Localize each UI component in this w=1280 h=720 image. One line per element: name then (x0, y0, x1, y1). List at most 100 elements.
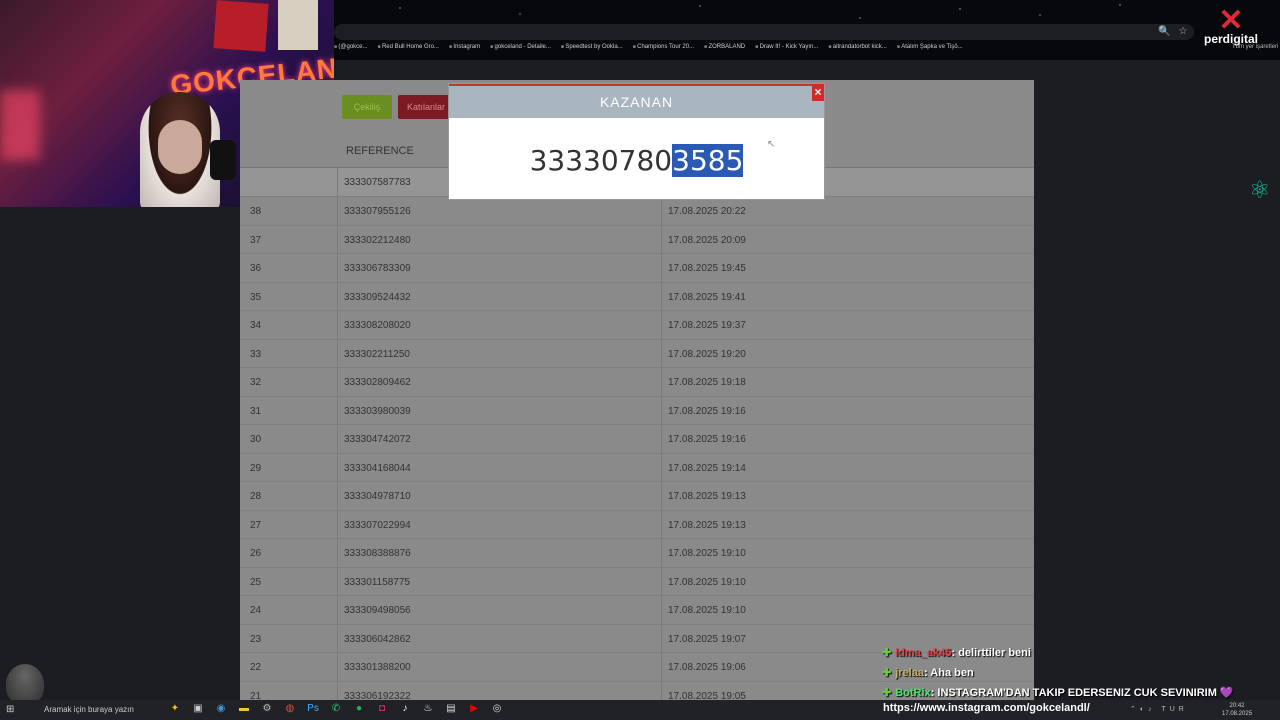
row-number: 37 (250, 234, 262, 246)
system-tray-icons[interactable]: ⌃◐♪ TUR (1130, 705, 1188, 713)
bookmark-item[interactable]: Champions Tour 20... (633, 44, 694, 56)
tiktok-icon[interactable]: ♪ (398, 703, 412, 714)
table-row: 35 333309524432 17.08.2025 19:41 (240, 281, 1034, 311)
row-reference: 333302212480 (344, 234, 411, 246)
bookmarks-bar: (@gokce... Red Bull Home Gro... Instagram g… (334, 44, 962, 56)
bookmark-item[interactable]: Red Bull Home Gro... (378, 44, 439, 56)
table-row: 27 333307022994 17.08.2025 19:13 (240, 509, 1034, 539)
bookmark-item[interactable]: ZORBALAND (704, 44, 745, 56)
row-number: 36 (250, 263, 262, 274)
extension-atom-icon[interactable]: ⚛ (1249, 176, 1271, 205)
photoshop-icon[interactable]: Ps (306, 703, 320, 714)
bookmark-item[interactable]: Instagram (449, 44, 480, 56)
chat-text: : Aha ben (923, 667, 974, 679)
row-number: 29 (250, 462, 262, 474)
row-reference: 333302211250 (344, 348, 410, 360)
row-date: 17.08.2025 19:10 (668, 605, 746, 616)
bookmark-item[interactable]: aitrandatorbot kick... (828, 44, 887, 56)
row-number: 22 (250, 662, 262, 673)
table-row: 25 333301158775 17.08.2025 19:10 (240, 566, 1034, 596)
table-row: 37 333302212480 17.08.2025 20:09 (240, 224, 1034, 254)
edge-icon[interactable]: ◉ (214, 703, 228, 714)
taskbar-apps: ✦ ▣ ◉ ▬ ⚙ ◍ Ps ✆ ● ◘ ♪ ♨ ▤ ▶ ◎ (168, 703, 504, 714)
table-row: 28 333304978710 17.08.2025 19:13 (240, 481, 1034, 510)
wall-poster-2 (278, 0, 318, 50)
neon-glow (0, 90, 40, 160)
row-reference: 333307022994 (344, 519, 411, 531)
file-explorer-icon[interactable]: ▬ (237, 703, 251, 714)
row-date: 17.08.2025 19:18 (668, 377, 746, 388)
copilot-icon[interactable]: ✦ (168, 703, 182, 714)
row-date: 17.08.2025 19:06 (668, 662, 746, 673)
chat-badge-icon: ✚ (882, 647, 892, 659)
app-icon[interactable]: ▤ (444, 703, 458, 714)
row-date: 17.08.2025 20:09 (668, 234, 746, 246)
row-number: 28 (250, 491, 262, 502)
row-date: 17.08.2025 19:13 (668, 519, 746, 531)
row-date: 17.08.2025 19:45 (668, 263, 746, 274)
omnibox-icons[interactable]: 🔍☆ (1158, 26, 1195, 37)
row-reference: 333307587783 (344, 177, 411, 188)
row-number: 34 (250, 320, 262, 331)
row-number: 27 (250, 519, 262, 531)
table-row: 29 333304168044 17.08.2025 19:14 (240, 452, 1034, 482)
table-row: 30 333304742072 17.08.2025 19:16 (240, 424, 1034, 453)
table-row: 36 333306783309 17.08.2025 19:45 (240, 253, 1034, 282)
chat-username: BotRix (895, 687, 931, 699)
row-number: 35 (250, 291, 262, 303)
bookmarks-all-label[interactable]: Tüm yer işaretleri (1232, 44, 1278, 50)
row-number: 32 (250, 377, 262, 388)
page-tabs: Çekiliş Katılanlar (342, 95, 454, 119)
winner-number-plain: 33330780 (529, 144, 673, 177)
obs-icon[interactable]: ◎ (490, 703, 504, 714)
steam-icon[interactable]: ♨ (421, 703, 435, 714)
row-reference: 333309524432 (344, 291, 411, 303)
row-reference: 333309498056 (344, 605, 411, 616)
chat-text: : INSTAGRAM'DAN TAKIP EDERSENIZ CUK SEVI… (930, 687, 1217, 699)
chat-username: jrelaa (895, 667, 924, 679)
taskbar-clock[interactable]: 20:42 17.08.2025 (1222, 702, 1252, 718)
modal-title: KAZANAN (449, 84, 824, 118)
chat-message: ✚ idma_ak45: delirttiler beni (882, 646, 1277, 666)
column-divider (337, 168, 338, 700)
row-reference: 333302809462 (344, 377, 411, 388)
stream-chat: ✚ idma_ak45: delirttiler beni ✚ jrelaa: Aha… (882, 646, 1277, 706)
bookmark-item[interactable]: Draw It! - Kick Yayın... (755, 44, 819, 56)
chat-badge-icon: ✚ (882, 687, 892, 699)
row-reference: 333304742072 (344, 434, 411, 445)
settings-icon[interactable]: ⚙ (260, 703, 274, 714)
language-indicator[interactable]: TUR (1161, 706, 1187, 713)
instagram-icon[interactable]: ◘ (375, 703, 389, 714)
row-number: 25 (250, 576, 262, 588)
row-date: 17.08.2025 19:16 (668, 434, 746, 445)
microphone (210, 140, 236, 180)
address-bar[interactable] (334, 24, 1194, 40)
table-row: 24 333309498056 17.08.2025 19:10 (240, 595, 1034, 624)
taskbar-search-input[interactable]: Aramak için buraya yazın (44, 705, 134, 714)
tab-participants[interactable]: Katılanlar (398, 95, 454, 119)
chat-message: ✚ jrelaa: Aha ben (882, 666, 1277, 686)
row-date: 17.08.2025 19:10 (668, 576, 746, 588)
whatsapp-icon[interactable]: ✆ (329, 703, 343, 714)
spotify-icon[interactable]: ● (352, 703, 366, 714)
bookmark-item[interactable]: gokceland - Detaile... (490, 44, 551, 56)
tab-draw[interactable]: Çekiliş (342, 95, 392, 119)
row-reference: 333308388876 (344, 548, 411, 559)
participants-table: 38 333307955126 17.08.2025 20:22 37 33330221… (240, 196, 1034, 709)
row-reference: 333308208020 (344, 320, 411, 331)
bookmark-item[interactable]: (@gokce... (334, 44, 367, 56)
row-reference: 333301158775 (344, 576, 410, 588)
task-view-icon[interactable]: ▣ (191, 703, 205, 714)
row-reference: 333301388200 (344, 662, 411, 673)
bookmark-item[interactable]: Atalım Şapka ve Tişö... (897, 44, 962, 56)
windows-start-icon[interactable]: ⊞ (6, 704, 14, 715)
chrome-icon[interactable]: ◍ (283, 703, 297, 714)
youtube-icon[interactable]: ▶ (467, 703, 481, 714)
table-row: 34 333308208020 17.08.2025 19:37 (240, 310, 1034, 339)
bookmark-item[interactable]: Speedtest by Ookla... (561, 44, 622, 56)
row-date: 17.08.2025 19:37 (668, 320, 746, 331)
row-date: 17.08.2025 19:14 (668, 462, 746, 474)
clock-time: 20:42 (1229, 703, 1245, 709)
close-icon[interactable]: × (812, 84, 824, 101)
chat-username: idma_ak45 (895, 647, 952, 659)
